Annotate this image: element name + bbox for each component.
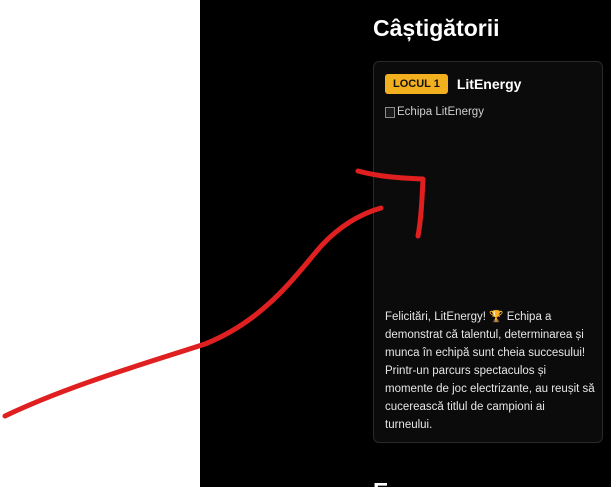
team-name: LitEnergy [456, 76, 522, 92]
winner-description: Felicitări, LitEnergy! 🏆 Echipa a demons… [385, 311, 595, 431]
team-image-alt-text: Echipa LitEnergy [397, 106, 484, 118]
next-section-title: E... [373, 477, 408, 487]
team-image: Echipa LitEnergy [385, 105, 591, 295]
broken-image-icon [385, 107, 395, 118]
card-header: LOCUL 1 LitEnergy [385, 74, 521, 94]
rank-badge: LOCUL 1 [385, 74, 448, 94]
left-white-panel [0, 0, 200, 487]
winner-card: LOCUL 1 LitEnergy Echipa LitEnergy Felic… [373, 61, 603, 443]
winners-section: Câștigătorii LOCUL 1 LitEnergy Echipa Li… [200, 0, 611, 487]
section-title: Câștigătorii [373, 15, 500, 41]
